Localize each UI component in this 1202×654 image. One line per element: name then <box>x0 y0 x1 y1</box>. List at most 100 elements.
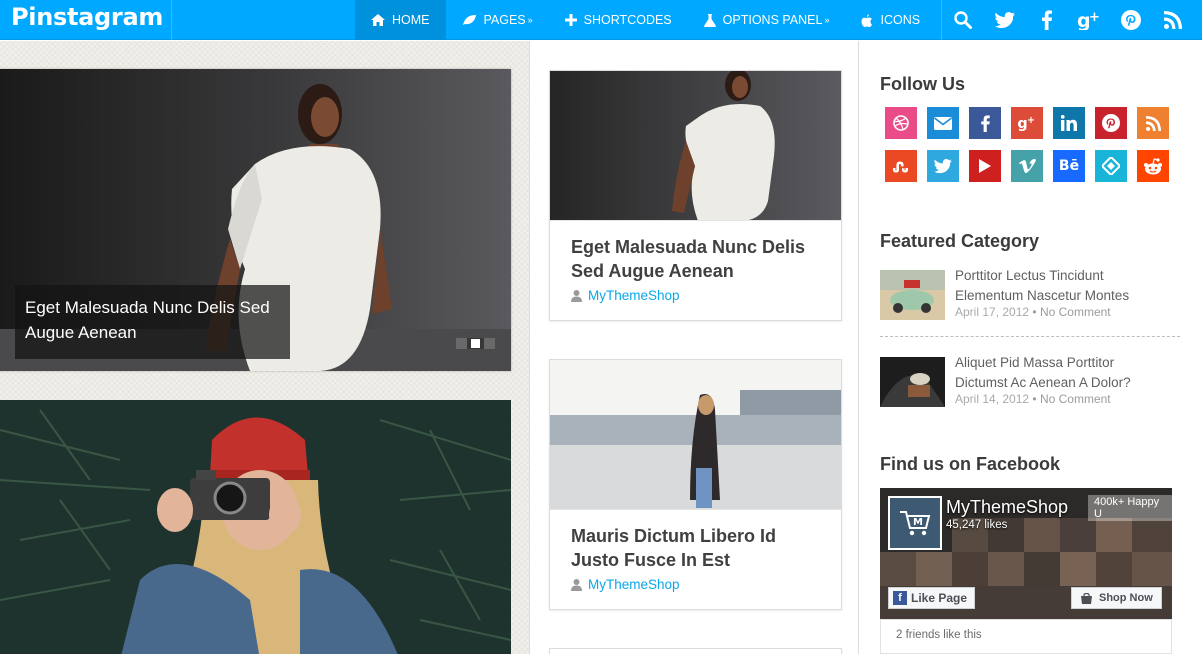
post-thumbnail-image <box>550 360 841 509</box>
apple-icon <box>861 13 873 27</box>
post-author-name[interactable]: MyThemeShop <box>588 288 680 303</box>
featured-category-title: Featured Category <box>880 231 1040 251</box>
facebook-page-name[interactable]: MyThemeShop <box>946 497 1068 518</box>
pinterest-icon[interactable] <box>1110 0 1152 40</box>
header-social-links: g + <box>941 0 1194 40</box>
post-card[interactable]: Mauris Dictum Libero Id Justo Fusce In E… <box>549 359 842 610</box>
featured-post-thumbnail[interactable] <box>880 357 945 407</box>
featured-slider-column: Eget Malesuada Nunc Delis Sed Augue Aene… <box>0 41 530 654</box>
svg-text:+: + <box>1027 115 1035 126</box>
rss-icon[interactable] <box>1137 107 1169 139</box>
post-list-column: Eget Malesuada Nunc Delis Sed Augue Aene… <box>531 41 858 654</box>
shop-now-label: Shop Now <box>1099 592 1153 604</box>
featured-post-comments[interactable]: No Comment <box>1040 305 1111 319</box>
twitter-icon[interactable] <box>984 0 1026 40</box>
linkedin-icon[interactable] <box>1053 107 1085 139</box>
featured-post-title[interactable]: Porttitor Lectus Tincidunt Elementum Nas… <box>955 266 1170 305</box>
pinterest-icon[interactable] <box>1095 107 1127 139</box>
nav-item-label: Home <box>392 13 430 27</box>
plus-icon <box>564 14 577 26</box>
nav-item-shortcodes[interactable]: Shortcodes <box>549 0 688 40</box>
leaf-icon <box>462 14 477 26</box>
youtube-icon[interactable] <box>969 150 1001 182</box>
nav-item-label: Icons <box>880 13 921 27</box>
photographer-image <box>0 400 511 654</box>
slider-dot-2-active[interactable] <box>471 339 480 348</box>
featured-post-title[interactable]: Aliquet Pid Massa Porttitor Dictumst Ac … <box>955 353 1170 392</box>
main-menu: Home Pages » Shortcodes Options Panel » … <box>355 0 936 40</box>
post-card[interactable]: Eget Malesuada Nunc Delis Sed Augue Aene… <box>549 70 842 321</box>
facebook-icon[interactable] <box>1026 0 1068 40</box>
featured-slide[interactable]: Eget Malesuada Nunc Delis Sed Augue Aene… <box>0 69 511 371</box>
post-thumbnail[interactable] <box>550 360 841 510</box>
featured-post-date: April 17, 2012 <box>955 305 1030 319</box>
mail-icon[interactable] <box>927 107 959 139</box>
featured-thumb-image <box>880 357 945 407</box>
slider-dot-1[interactable] <box>456 338 467 349</box>
featured-separator <box>880 336 1180 337</box>
follow-us-title: Follow Us <box>880 74 965 94</box>
cart-icon: M <box>890 498 940 548</box>
facebook-likes-count: 45,247 likes <box>946 519 1008 531</box>
nav-item-home[interactable]: Home <box>355 0 446 40</box>
twitter-icon[interactable] <box>927 150 959 182</box>
facebook-widget-title: Find us on Facebook <box>880 454 1061 474</box>
nav-item-pages[interactable]: Pages » <box>446 0 549 40</box>
featured-post-image[interactable] <box>0 400 511 654</box>
site-logo[interactable]: Pinstagram <box>0 0 172 40</box>
facebook-page-logo[interactable]: M <box>888 496 942 550</box>
nav-item-label: Options Panel <box>722 13 823 27</box>
post-title[interactable]: Eget Malesuada Nunc Delis Sed Augue Aene… <box>550 221 841 283</box>
post-thumbnail-image <box>550 71 841 220</box>
meta-separator: • <box>1029 392 1040 406</box>
stumbleupon-icon[interactable] <box>885 150 917 182</box>
nav-item-icons[interactable]: Icons <box>845 0 936 40</box>
envato-icon[interactable] <box>1095 150 1127 182</box>
meta-separator: • <box>1029 305 1040 319</box>
flask-icon <box>703 13 716 27</box>
featured-post-meta: April 14, 2012 • No Comment <box>955 392 1111 406</box>
google-plus-icon[interactable]: g + <box>1068 0 1110 40</box>
slider-dot-3[interactable] <box>484 338 495 349</box>
home-icon <box>371 14 385 26</box>
featured-post-thumbnail[interactable] <box>880 270 945 320</box>
search-icon[interactable] <box>942 0 984 40</box>
post-author[interactable]: MyThemeShop <box>550 572 841 609</box>
featured-post-date: April 14, 2012 <box>955 392 1030 406</box>
dribbble-icon[interactable] <box>885 107 917 139</box>
like-page-label: Like Page <box>911 591 968 605</box>
nav-item-label: Pages <box>483 13 526 27</box>
submenu-caret: » <box>527 15 533 25</box>
featured-post-comments[interactable]: No Comment <box>1040 392 1111 406</box>
post-thumbnail[interactable] <box>550 71 841 221</box>
google-plus-icon[interactable]: g + <box>1011 107 1043 139</box>
featured-post[interactable]: Aliquet Pid Massa Porttitor Dictumst Ac … <box>880 355 1180 409</box>
top-navigation-bar: Pinstagram Home Pages » Shortcodes Optio… <box>0 0 1202 40</box>
submenu-caret: » <box>824 15 830 25</box>
nav-item-options-panel[interactable]: Options Panel » <box>688 0 846 40</box>
svg-text:M: M <box>913 517 923 528</box>
featured-post-meta: April 17, 2012 • No Comment <box>955 305 1111 319</box>
post-card-partial[interactable] <box>549 648 842 654</box>
facebook-icon: f <box>893 591 907 605</box>
shopping-bag-icon <box>1081 592 1092 604</box>
behance-icon[interactable]: Bē <box>1053 150 1085 182</box>
facebook-icon[interactable] <box>969 107 1001 139</box>
post-author-name[interactable]: MyThemeShop <box>588 577 680 592</box>
user-icon <box>571 578 582 591</box>
sidebar: Follow Us g + Bē Featured Category Portti… <box>858 41 1202 654</box>
vimeo-icon[interactable] <box>1011 150 1043 182</box>
facebook-page-box: M MyThemeShop 45,247 likes 400k+ Happy U… <box>880 488 1172 654</box>
slide-caption[interactable]: Eget Malesuada Nunc Delis Sed Augue Aene… <box>15 285 290 359</box>
featured-post[interactable]: Porttitor Lectus Tincidunt Elementum Nas… <box>880 268 1180 322</box>
follow-us-icons: g + Bē <box>885 107 1169 182</box>
featured-thumb-image <box>880 270 945 320</box>
post-title[interactable]: Mauris Dictum Libero Id Justo Fusce In E… <box>550 510 841 572</box>
post-author[interactable]: MyThemeShop <box>550 283 841 320</box>
reddit-icon[interactable] <box>1137 150 1169 182</box>
rss-icon[interactable] <box>1152 0 1194 40</box>
facebook-friends-text: 2 friends like this <box>896 629 982 641</box>
facebook-like-page-button[interactable]: f Like Page <box>888 587 976 609</box>
slider-pagination <box>456 338 495 349</box>
facebook-shop-now-button[interactable]: Shop Now <box>1071 587 1162 609</box>
